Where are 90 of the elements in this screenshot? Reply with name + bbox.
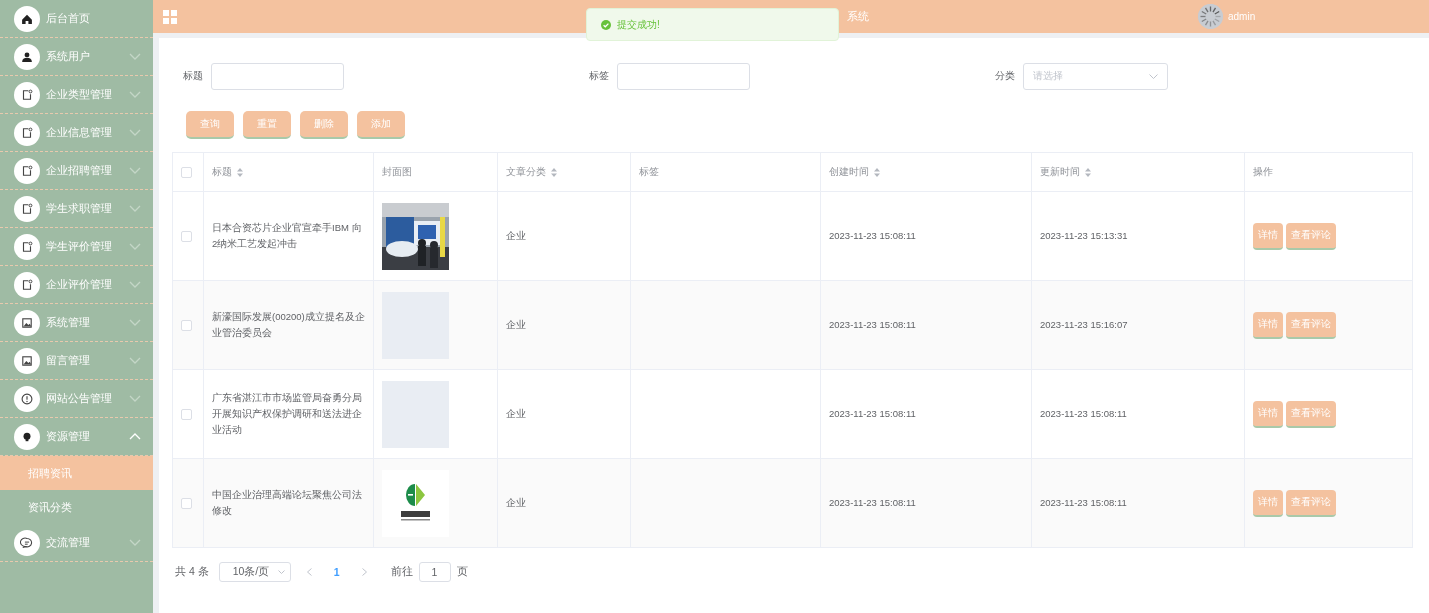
column-header: 文章分类	[506, 165, 546, 179]
check-circle-icon	[601, 19, 611, 30]
note-icon	[14, 271, 40, 298]
sidebar-item[interactable]: 网站公告管理	[0, 380, 153, 418]
column-header: 标签	[639, 165, 659, 179]
note-icon	[14, 233, 40, 260]
checkbox[interactable]	[181, 319, 192, 331]
home-icon	[14, 5, 40, 32]
filter-label: 标题	[183, 69, 203, 83]
image-icon	[14, 347, 40, 374]
checkbox[interactable]	[181, 408, 192, 420]
column-header: 标题	[212, 165, 232, 179]
page-input[interactable]: 1	[418, 562, 451, 582]
toolbar-button[interactable]: 添加	[357, 111, 405, 139]
filter-label: 标签	[589, 69, 609, 83]
checkbox[interactable]	[181, 166, 192, 178]
table-cell: 2023-11-23 15:08:11	[829, 230, 916, 241]
sort-icon[interactable]	[551, 167, 557, 177]
table-cell: 2023-11-23 15:08:11	[1040, 497, 1127, 508]
table-cell: 2023-11-23 15:08:11	[829, 497, 916, 508]
table-cell: 2023-11-23 15:08:11	[829, 319, 916, 330]
sort-icon[interactable]	[1085, 167, 1091, 177]
sidebar-item[interactable]: 系统管理	[0, 304, 153, 342]
bulb-icon	[14, 423, 40, 450]
sidebar-item[interactable]: 留言管理	[0, 342, 153, 380]
submenu-item[interactable]: 招聘资讯	[0, 456, 153, 490]
action-button[interactable]: 详情	[1253, 222, 1283, 250]
sidebar-item[interactable]: 学生求职管理	[0, 190, 153, 228]
table-cell: 企业	[506, 408, 526, 419]
grid-icon[interactable]	[163, 9, 177, 24]
toolbar-button[interactable]: 查询	[186, 111, 234, 139]
input-field[interactable]	[617, 62, 750, 90]
table-cell: 日本合资芯片企业官宣牵手IBM 向2纳米工艺发起冲击	[212, 222, 362, 249]
action-button[interactable]: 查看评论	[1286, 311, 1336, 339]
table-cell: 2023-11-23 15:16:07	[1040, 319, 1128, 330]
info-icon	[14, 385, 40, 412]
sidebar-item[interactable]: 企业招聘管理	[0, 152, 153, 190]
page-number[interactable]: 1	[327, 566, 346, 578]
sort-icon[interactable]	[237, 167, 243, 177]
table-cell: 企业	[506, 497, 526, 508]
toolbar-button[interactable]: 删除	[300, 111, 348, 139]
action-button[interactable]: 详情	[1253, 311, 1283, 339]
page-suffix: 页	[456, 565, 468, 579]
action-button[interactable]: 详情	[1253, 400, 1283, 428]
success-toast: 提交成功!	[586, 8, 839, 41]
action-button[interactable]: 查看评论	[1286, 400, 1336, 428]
sidebar-item[interactable]: 企业类型管理	[0, 76, 153, 114]
goto-label: 前往	[390, 565, 413, 579]
page-size-select[interactable]: 10条/页	[218, 562, 291, 582]
sidebar-item[interactable]: 企业评价管理	[0, 266, 153, 304]
table-cell: 中国企业治理高端论坛聚焦公司法修改	[212, 489, 362, 516]
sidebar-item[interactable]: 企业信息管理	[0, 114, 153, 152]
column-header: 封面图	[382, 165, 412, 179]
sidebar-item[interactable]: 交流管理	[0, 524, 153, 562]
note-icon	[14, 119, 40, 146]
user-name[interactable]: admin	[1228, 11, 1256, 22]
column-header: 创建时间	[829, 165, 869, 179]
checkbox[interactable]	[181, 497, 192, 509]
action-button[interactable]: 详情	[1253, 489, 1283, 517]
sort-icon[interactable]	[874, 167, 880, 177]
submenu-item[interactable]: 资讯分类	[0, 490, 153, 524]
sidebar-item[interactable]: 学生评价管理	[0, 228, 153, 266]
action-button[interactable]: 查看评论	[1286, 222, 1336, 250]
avatar-icon	[1198, 4, 1223, 29]
table-cell: 2023-11-23 15:08:11	[1040, 408, 1127, 419]
note-icon	[14, 157, 40, 184]
note-icon	[14, 81, 40, 108]
image-icon	[14, 309, 40, 336]
checkbox[interactable]	[181, 230, 192, 242]
caret-icon	[1149, 73, 1158, 79]
table-cell: 企业	[506, 230, 526, 241]
header-title: 系统	[847, 9, 869, 24]
column-header: 更新时间	[1040, 165, 1080, 179]
action-button[interactable]: 查看评论	[1286, 489, 1336, 517]
filter-label: 分类	[995, 69, 1015, 83]
sidebar-item[interactable]: 后台首页	[0, 0, 153, 38]
sidebar-item[interactable]: 系统用户	[0, 38, 153, 76]
input-field[interactable]	[211, 62, 344, 90]
column-header: 操作	[1253, 165, 1273, 179]
chat-icon	[14, 529, 40, 556]
table-cell: 2023-11-23 15:13:31	[1040, 230, 1128, 241]
toolbar-button[interactable]: 重置	[243, 111, 291, 139]
caret-icon	[277, 570, 285, 574]
table-cell: 广东省湛江市市场监管局奋勇分局开展知识产权保护调研和送法进企业活动	[212, 392, 362, 435]
table-cell: 企业	[506, 319, 526, 330]
table-cell: 新濠国际发展(00200)成立提名及企业管治委员会	[212, 311, 365, 338]
total-count: 共 4 条	[175, 565, 209, 579]
user-icon	[14, 43, 40, 70]
table-cell: 2023-11-23 15:08:11	[829, 408, 916, 419]
note-icon	[14, 195, 40, 222]
